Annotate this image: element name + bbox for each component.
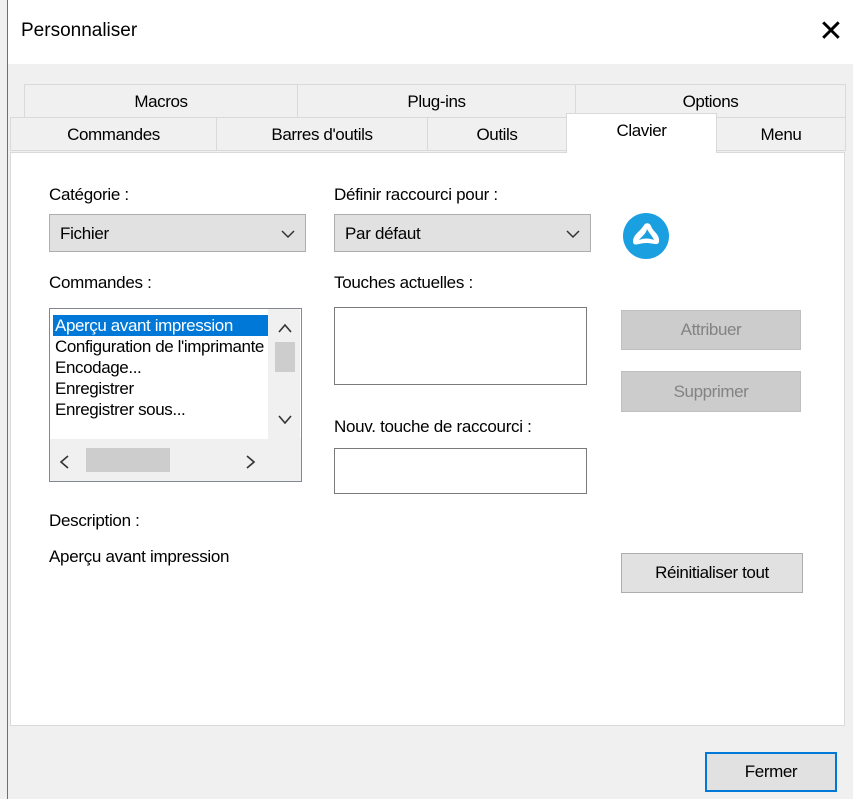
tab-clavier[interactable]: Clavier xyxy=(566,113,717,153)
list-item[interactable]: Aperçu avant impression xyxy=(53,315,270,336)
category-label: Catégorie : xyxy=(49,185,129,204)
scroll-thumb[interactable] xyxy=(86,448,170,472)
title-bar: Personnaliser ✕ xyxy=(8,0,853,64)
tab-barres-outils[interactable]: Barres d'outils xyxy=(216,117,428,151)
remove-button[interactable]: Supprimer xyxy=(621,371,801,412)
tab-macros[interactable]: Macros xyxy=(24,84,298,118)
scroll-thumb[interactable] xyxy=(275,342,295,372)
vertical-scrollbar[interactable] xyxy=(268,309,300,439)
chevron-left-icon[interactable] xyxy=(59,455,69,469)
close-button[interactable]: Fermer xyxy=(705,752,837,792)
close-icon[interactable]: ✕ xyxy=(808,0,853,64)
customize-dialog: Personnaliser ✕ Macros Plug-ins Options … xyxy=(7,0,853,799)
tab-commandes[interactable]: Commandes xyxy=(10,117,217,151)
current-keys-label: Touches actuelles : xyxy=(334,273,473,292)
description-text: Aperçu avant impression xyxy=(49,547,230,566)
description-label: Description : xyxy=(49,511,140,530)
list-item[interactable]: Enregistrer sous... xyxy=(55,399,270,420)
reset-all-button[interactable]: Réinitialiser tout xyxy=(621,553,803,593)
list-item[interactable]: Enregistrer xyxy=(55,378,270,399)
tab-menu[interactable]: Menu xyxy=(716,117,846,151)
commands-list[interactable]: Aperçu avant impression Configuration de… xyxy=(49,308,302,482)
commands-label: Commandes : xyxy=(49,273,152,292)
chevron-right-icon[interactable] xyxy=(246,455,256,469)
tab-plug-ins[interactable]: Plug-ins xyxy=(297,84,576,118)
category-value: Fichier xyxy=(60,224,109,243)
chevron-up-icon[interactable] xyxy=(278,323,292,333)
define-shortcut-value: Par défaut xyxy=(345,224,421,243)
new-key-input[interactable] xyxy=(334,448,587,494)
define-shortcut-label: Définir raccourci pour : xyxy=(334,185,498,204)
keyboard-panel: Catégorie : Fichier Définir raccourci po… xyxy=(10,152,845,726)
current-keys-list[interactable] xyxy=(334,307,587,385)
chevron-down-icon[interactable] xyxy=(278,415,292,425)
list-item[interactable]: Encodage... xyxy=(55,357,270,378)
define-shortcut-select[interactable]: Par défaut xyxy=(334,214,591,252)
horizontal-scrollbar[interactable] xyxy=(50,439,301,481)
altova-logo-icon xyxy=(623,213,669,259)
category-select[interactable]: Fichier xyxy=(49,214,306,252)
chevron-down-icon xyxy=(281,230,295,239)
tab-outils[interactable]: Outils xyxy=(427,117,567,151)
new-key-label: Nouv. touche de raccourci : xyxy=(334,417,532,436)
chevron-down-icon xyxy=(566,230,580,239)
list-item[interactable]: Configuration de l'imprimante xyxy=(55,336,270,357)
assign-button[interactable]: Attribuer xyxy=(621,310,801,350)
window-title: Personnaliser xyxy=(21,20,138,41)
